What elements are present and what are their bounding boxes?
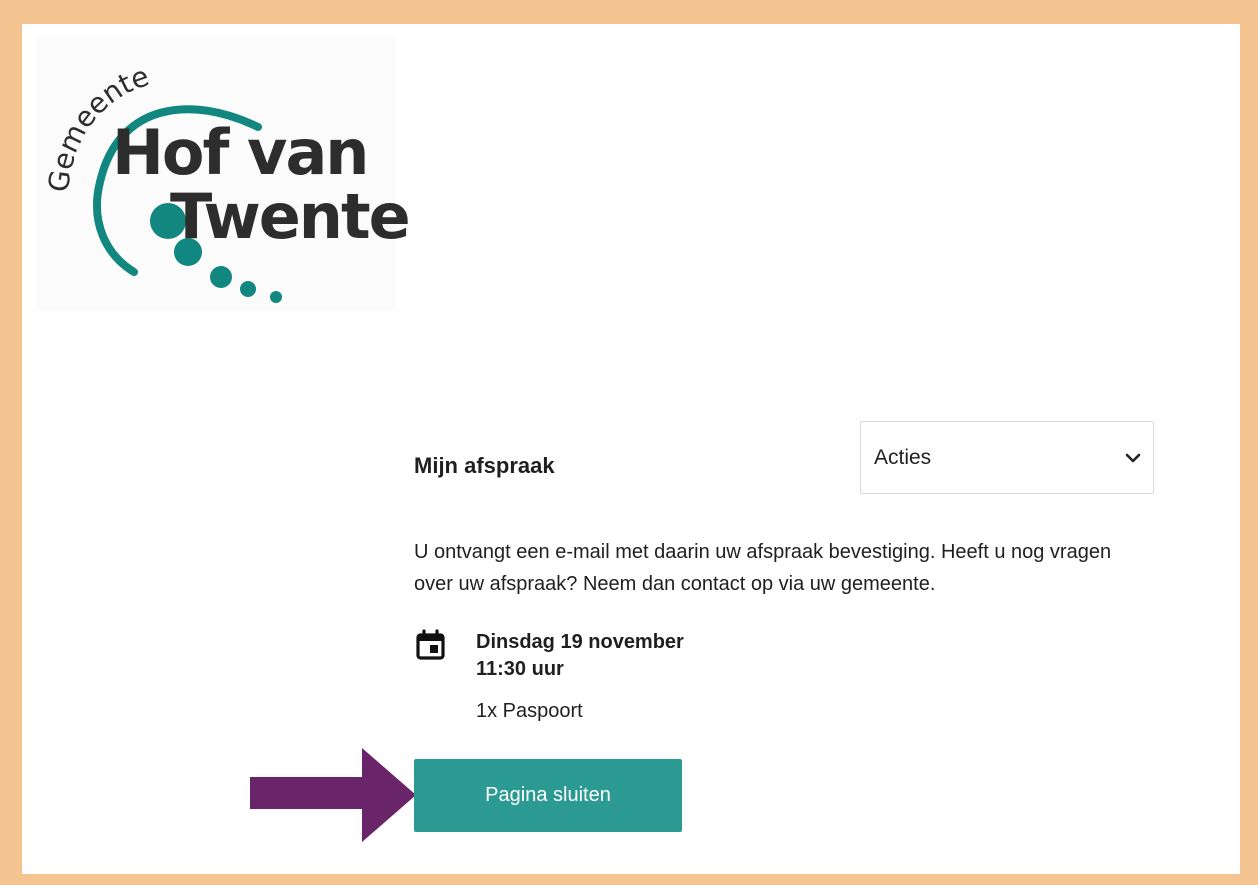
municipality-logo: Gemeente Hof van Twente	[36, 36, 411, 311]
actions-label: Acties	[874, 446, 932, 469]
confirmation-message: U ontvangt een e-mail met daarin uw afsp…	[414, 541, 1112, 595]
page-frame: Gemeente Hof van Twente Mijn afspraak Ac…	[0, 0, 1258, 885]
calendar-icon	[416, 629, 445, 660]
actions-select[interactable]: Acties	[860, 421, 1154, 494]
logo-title-line-1: Hof van	[112, 116, 369, 189]
close-page-button[interactable]: Pagina sluiten	[414, 759, 682, 832]
logo-title-line-2: Twente	[170, 180, 411, 253]
appointment-date: Dinsdag 19 november	[476, 631, 684, 653]
chevron-down-icon	[1125, 453, 1141, 463]
appointment-service: 1x Paspoort	[476, 700, 583, 722]
appointment-time: 11:30 uur	[476, 658, 564, 680]
appointment-title: Mijn afspraak	[414, 453, 555, 478]
arrow-right-icon	[250, 748, 416, 842]
appointment-page: Gemeente Hof van Twente Mijn afspraak Ac…	[22, 24, 1240, 874]
